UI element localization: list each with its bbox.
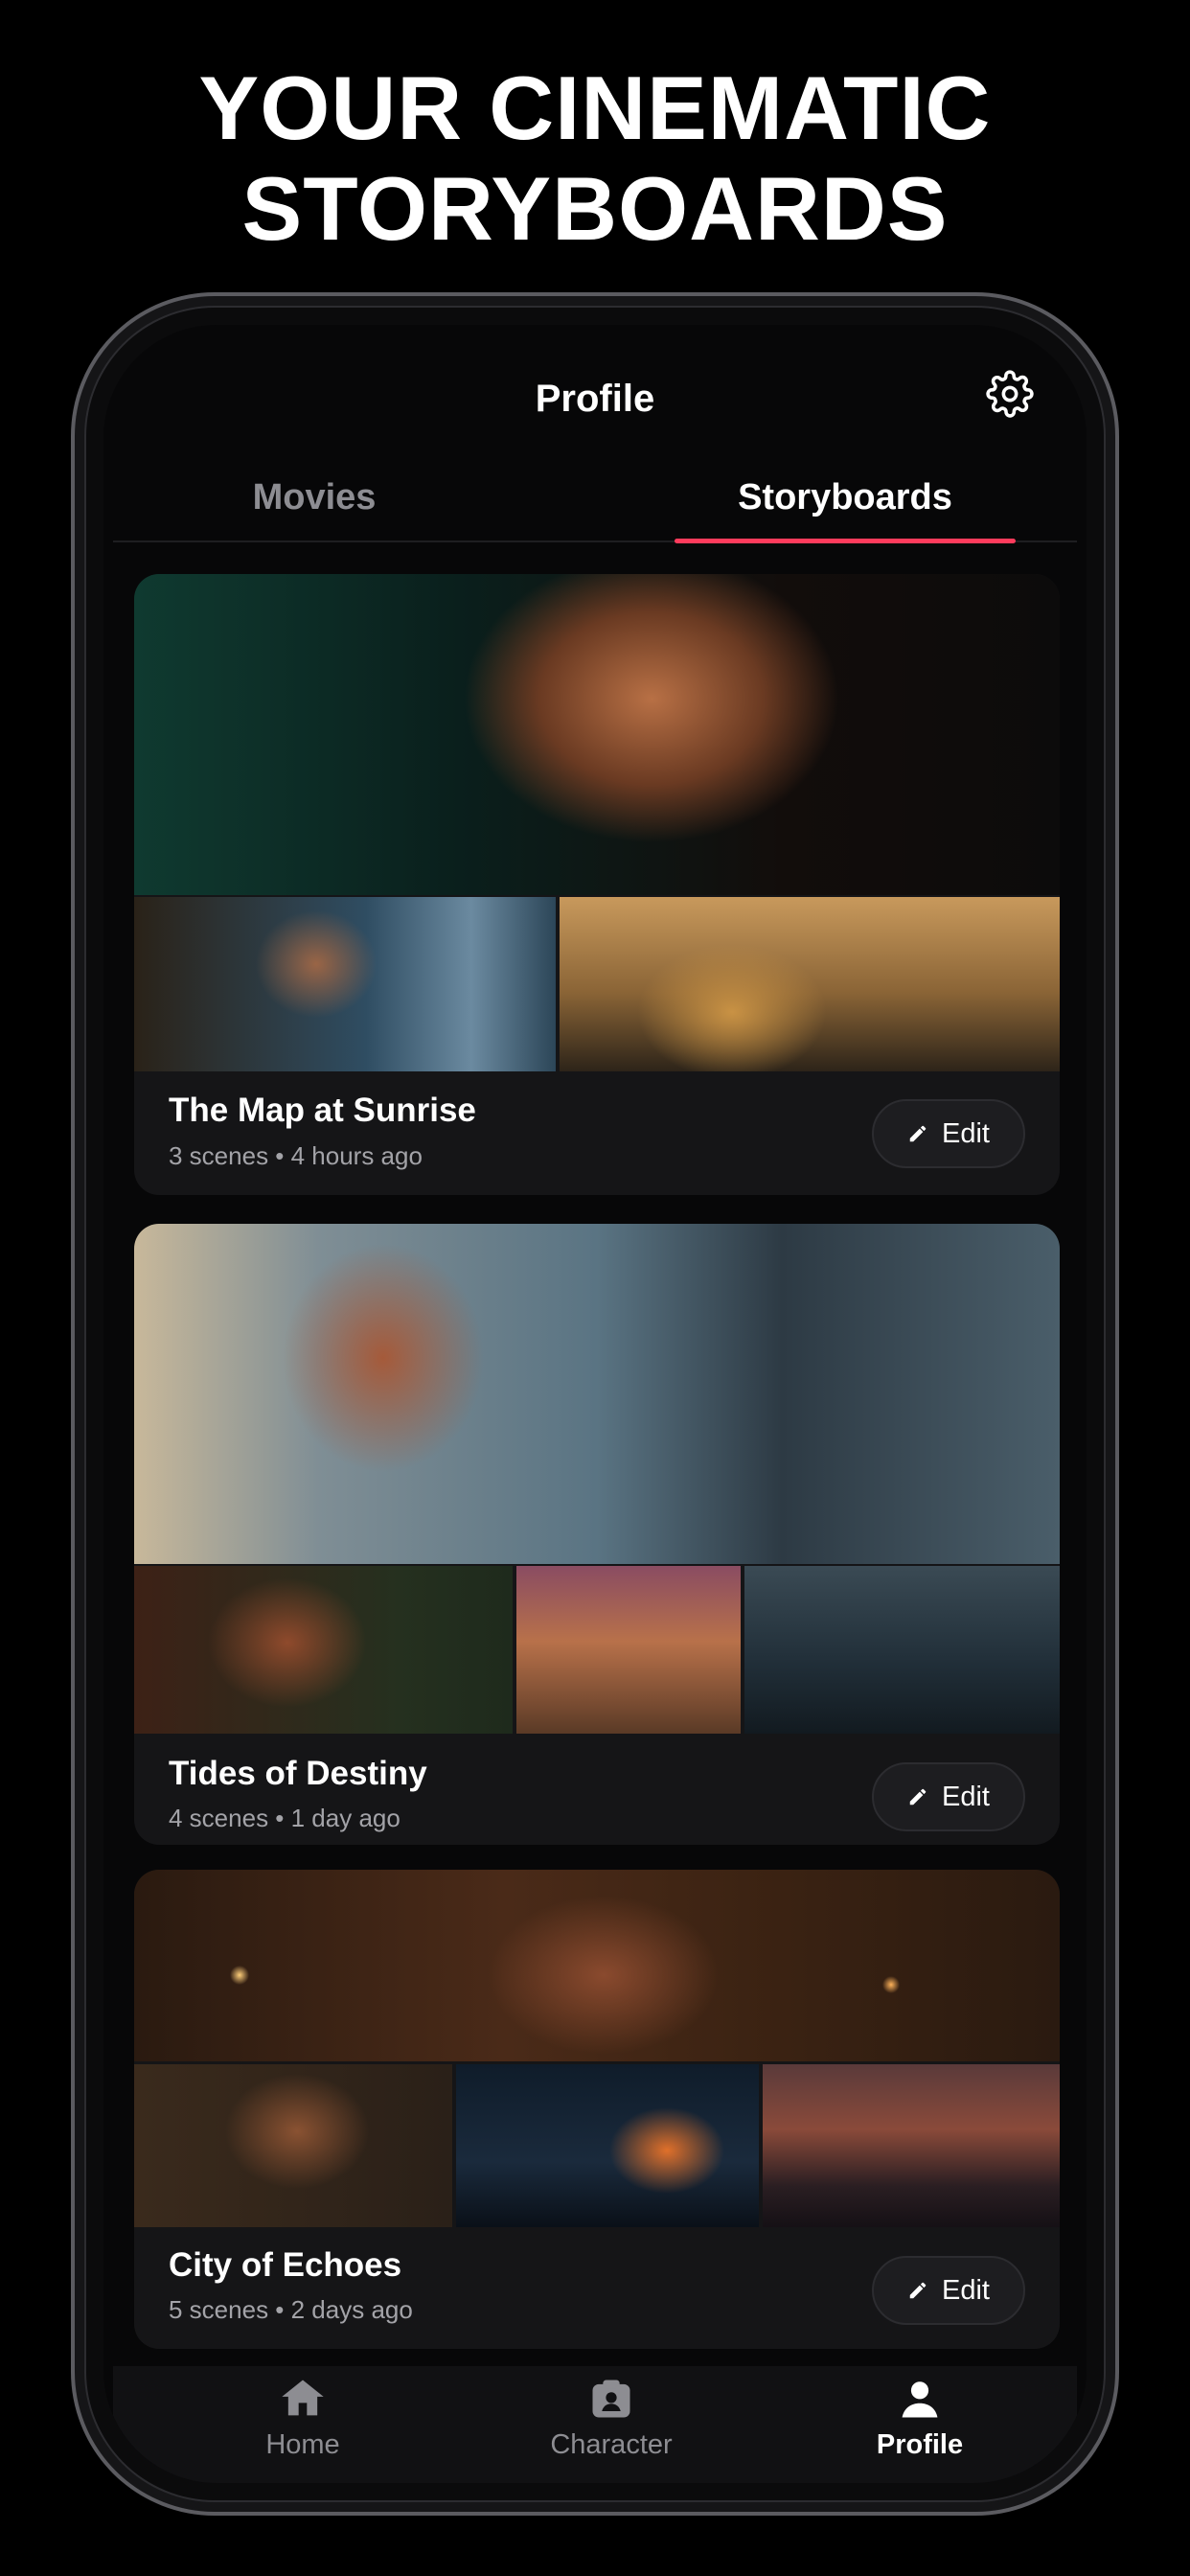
storyboard-hero-image[interactable]: [134, 1224, 1060, 1564]
storyboard-title: The Map at Sunrise: [169, 1092, 476, 1129]
storyboard-scene-image[interactable]: [134, 2064, 452, 2227]
edit-label: Edit: [942, 2274, 990, 2306]
nav-profile[interactable]: Profile: [805, 2374, 1035, 2461]
edit-button[interactable]: Edit: [872, 2256, 1025, 2325]
pencil-icon: [909, 1125, 927, 1142]
person-icon: [902, 2381, 938, 2418]
storyboard-meta: 3 scenes • 4 hours ago: [169, 1141, 423, 1170]
storyboard-card[interactable]: City of Echoes 5 scenes • 2 days ago Edi…: [134, 1870, 1060, 2349]
tab-movies[interactable]: Movies: [190, 454, 439, 540]
storyboard-meta: 4 scenes • 1 day ago: [169, 1804, 400, 1832]
storyboard-meta: 5 scenes • 2 days ago: [169, 2295, 413, 2324]
storyboard-hero-image[interactable]: [134, 1870, 1060, 2061]
page-title: Profile: [535, 378, 655, 420]
tab-bar: Movies Storyboards: [113, 454, 1077, 543]
tab-storyboards[interactable]: Storyboards: [675, 454, 1016, 540]
active-tab-indicator: [675, 539, 1016, 543]
character-icon: [592, 2380, 630, 2418]
nav-home[interactable]: Home: [188, 2374, 418, 2461]
storyboard-hero-image[interactable]: [134, 574, 1060, 895]
pencil-icon: [909, 1788, 927, 1806]
storyboard-card[interactable]: The Map at Sunrise 3 scenes • 4 hours ag…: [134, 574, 1060, 1195]
storyboard-scene-image[interactable]: [134, 1566, 513, 1734]
storyboard-scene-image[interactable]: [744, 1566, 1060, 1734]
app-screen: Profile Movies Storyboards The Map at Su…: [103, 325, 1087, 2483]
storyboard-title: Tides of Destiny: [169, 1755, 427, 1792]
gear-icon: [986, 370, 1034, 418]
storyboard-card[interactable]: Tides of Destiny 4 scenes • 1 day ago Ed…: [134, 1224, 1060, 1845]
home-icon: [282, 2380, 324, 2416]
bottom-navigation: Home Character Profile: [113, 2366, 1077, 2483]
storyboard-scene-image[interactable]: [560, 897, 1060, 1071]
nav-character[interactable]: Character: [496, 2374, 726, 2461]
edit-button[interactable]: Edit: [872, 1099, 1025, 1168]
nav-home-label: Home: [265, 2429, 340, 2460]
storyboard-scene-image[interactable]: [134, 897, 556, 1071]
edit-label: Edit: [942, 1781, 990, 1812]
settings-button[interactable]: [983, 367, 1037, 421]
nav-character-label: Character: [550, 2429, 673, 2460]
nav-profile-label: Profile: [876, 2429, 964, 2460]
headline-line-2: STORYBOARDS: [241, 158, 949, 259]
storyboard-scene-image[interactable]: [516, 1566, 741, 1734]
edit-button[interactable]: Edit: [872, 1762, 1025, 1831]
headline-line-1: YOUR CINEMATIC: [198, 58, 992, 158]
pencil-icon: [909, 2282, 927, 2299]
storyboard-title: City of Echoes: [169, 2246, 402, 2284]
phone-frame: Profile Movies Storyboards The Map at Su…: [71, 292, 1119, 2516]
marketing-headline: YOUR CINEMATIC STORYBOARDS: [0, 58, 1190, 259]
storyboard-scene-image[interactable]: [763, 2064, 1060, 2227]
storyboard-scene-image[interactable]: [456, 2064, 759, 2227]
edit-label: Edit: [942, 1117, 990, 1149]
